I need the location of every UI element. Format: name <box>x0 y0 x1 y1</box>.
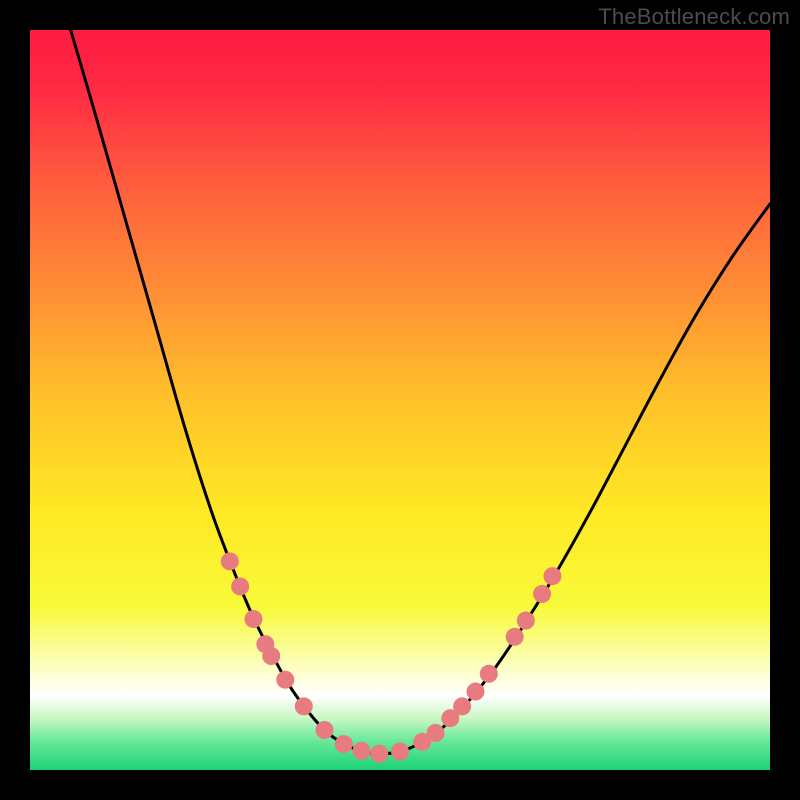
marker-dot <box>480 665 498 683</box>
marker-dot <box>466 683 484 701</box>
marker-dot <box>506 628 524 646</box>
marker-dot <box>517 612 535 630</box>
marker-dot <box>276 671 294 689</box>
marker-dot <box>221 552 239 570</box>
marker-dot <box>262 647 280 665</box>
gradient-background <box>30 30 770 770</box>
marker-dot <box>427 724 445 742</box>
chart-svg <box>30 30 770 770</box>
watermark-text: TheBottleneck.com <box>598 4 790 30</box>
marker-dot <box>391 743 409 761</box>
marker-dot <box>370 745 388 763</box>
marker-dot <box>244 610 262 628</box>
marker-dot <box>295 697 313 715</box>
marker-dot <box>316 721 334 739</box>
marker-dot <box>543 567 561 585</box>
plot-area <box>30 30 770 770</box>
marker-dot <box>335 735 353 753</box>
marker-dot <box>231 577 249 595</box>
marker-dot <box>353 742 371 760</box>
marker-dot <box>453 697 471 715</box>
marker-dot <box>533 585 551 603</box>
chart-frame: TheBottleneck.com <box>0 0 800 800</box>
